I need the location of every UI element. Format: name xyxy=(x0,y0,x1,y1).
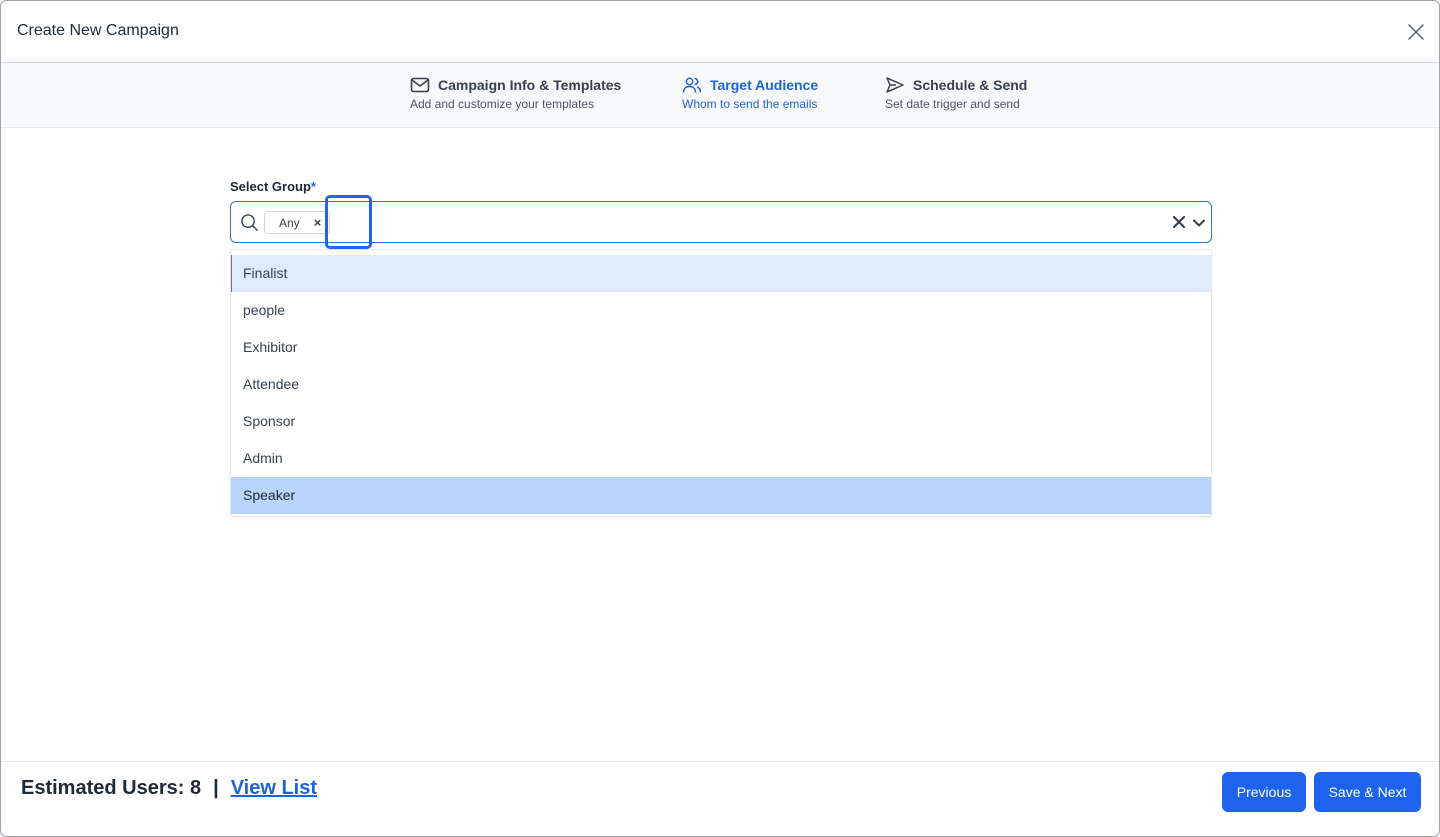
dropdown-option[interactable]: Finalist xyxy=(231,255,1211,292)
close-icon[interactable] xyxy=(1405,21,1427,43)
dropdown-option[interactable]: Sponsor xyxy=(231,403,1211,440)
mail-icon xyxy=(410,77,430,93)
chip-remove-icon[interactable]: × xyxy=(314,215,322,230)
send-icon xyxy=(886,77,904,93)
chip-label: Any xyxy=(279,215,300,230)
step-subtitle: Set date trigger and send xyxy=(885,97,1020,111)
select-group-label: Select Group* xyxy=(230,179,316,194)
modal-footer: Estimated Users: 8 | View List Previous … xyxy=(1,761,1439,836)
label-text: Select Group xyxy=(230,179,311,194)
step-subtitle: Add and customize your templates xyxy=(410,97,595,111)
selected-chip: Any × xyxy=(264,211,331,234)
step-campaign-info[interactable]: Campaign Info & Templates Add and custom… xyxy=(410,75,621,111)
dropdown-option[interactable]: Admin xyxy=(231,440,1211,477)
group-select[interactable]: Any × xyxy=(230,201,1212,243)
dropdown-option[interactable]: people xyxy=(231,292,1211,329)
view-list-link[interactable]: View List xyxy=(231,777,317,800)
step-title: Target Audience xyxy=(710,77,819,93)
previous-button[interactable]: Previous xyxy=(1222,772,1306,812)
separator: | xyxy=(213,777,219,799)
clear-icon[interactable] xyxy=(1171,214,1187,230)
estimated-users-label: Estimated Users: 8 xyxy=(21,777,202,799)
dropdown-option[interactable]: Attendee xyxy=(231,366,1211,403)
required-mark: * xyxy=(310,179,316,194)
save-next-button[interactable]: Save & Next xyxy=(1314,772,1421,812)
modal-title: Create New Campaign xyxy=(17,22,179,39)
search-icon xyxy=(241,214,258,231)
dropdown-option[interactable]: Speaker xyxy=(231,477,1211,514)
modal-header: Create New Campaign xyxy=(1,1,1439,63)
step-title: Schedule & Send xyxy=(913,77,1028,93)
steps-bar: Campaign Info & Templates Add and custom… xyxy=(1,63,1439,128)
step-target-audience[interactable]: Target Audience Whom to send the emails xyxy=(682,75,818,111)
users-icon xyxy=(682,77,702,93)
chevron-down-icon[interactable] xyxy=(1191,215,1207,231)
step-schedule-send[interactable]: Schedule & Send Set date trigger and sen… xyxy=(885,75,1027,111)
search-input-focus[interactable] xyxy=(325,195,372,249)
create-campaign-modal: Create New Campaign Campaign Info & Temp… xyxy=(0,0,1440,837)
dropdown-option[interactable]: Exhibitor xyxy=(231,329,1211,366)
step-title: Campaign Info & Templates xyxy=(438,77,622,93)
step-subtitle: Whom to send the emails xyxy=(682,97,818,111)
group-dropdown: Finalist people Exhibitor Attendee Spons… xyxy=(230,249,1212,517)
estimated-users: Estimated Users: 8 | View List xyxy=(21,777,317,800)
